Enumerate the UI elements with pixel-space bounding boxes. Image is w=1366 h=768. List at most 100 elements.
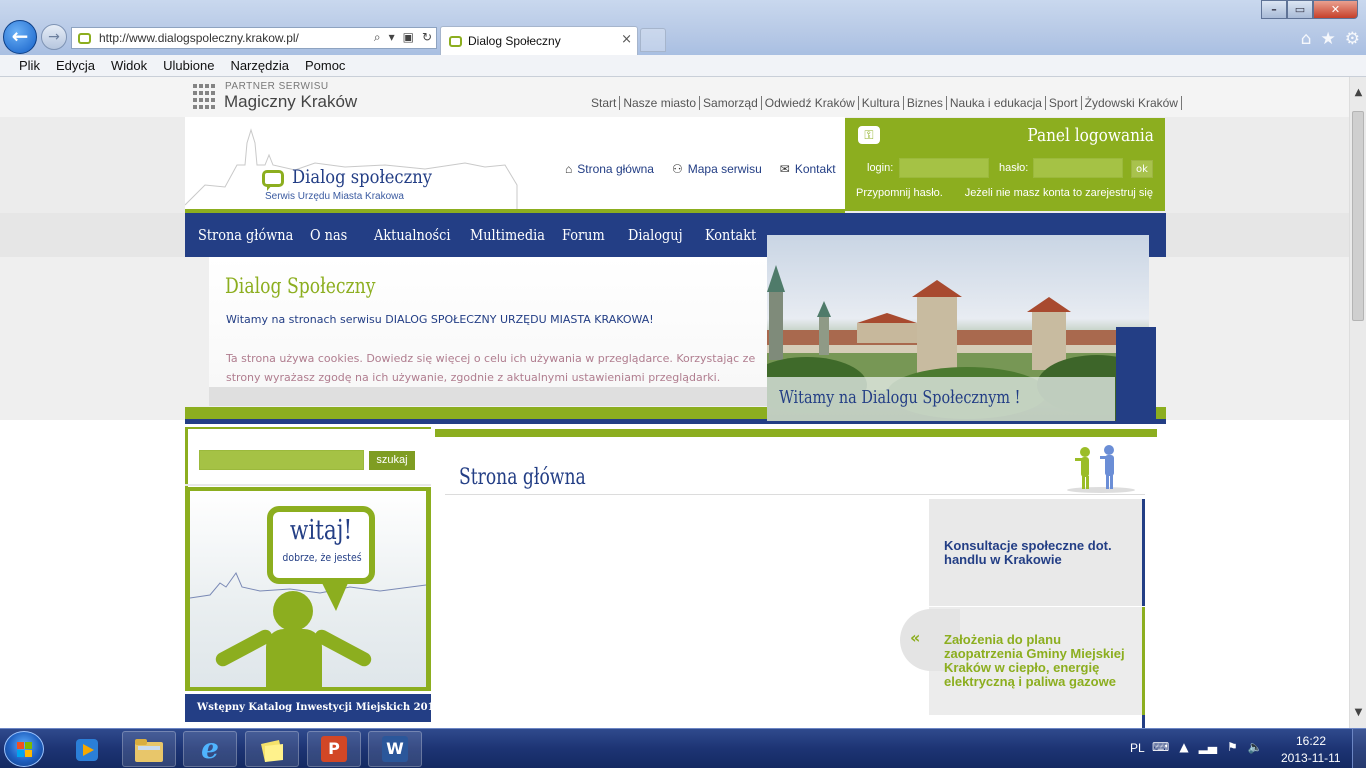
hero-greybar [209, 387, 767, 406]
login-input[interactable] [899, 158, 989, 178]
hero-welcome-text: Witamy na stronach serwisu DIALOG SPOŁEC… [226, 313, 654, 326]
people-talking-icon [1067, 445, 1135, 493]
start-button[interactable] [4, 731, 44, 767]
menu-item-narzedzia[interactable]: Narzędzia [230, 58, 289, 73]
menu-item-plik[interactable]: Plik [19, 58, 40, 73]
refresh-icon[interactable]: ↻ [422, 30, 432, 45]
volume-icon[interactable]: 🔈 [1248, 740, 1263, 754]
clock-time[interactable]: 16:22 [1296, 734, 1326, 748]
network-icon[interactable]: ▂▄ [1199, 740, 1217, 754]
folder-icon [135, 739, 163, 762]
topnav-biznes[interactable]: Biznes [904, 96, 947, 110]
banner-bubble-tail [322, 583, 348, 611]
word-icon: W [382, 736, 408, 762]
login-submit-button[interactable]: ok [1131, 160, 1153, 178]
star-icon[interactable]: ★ [1321, 29, 1336, 49]
taskbar-explorer[interactable] [122, 731, 176, 767]
dialog-logo-icon[interactable] [262, 170, 284, 187]
keyboard-icon[interactable]: ⌨ [1152, 740, 1169, 754]
search-divider [185, 427, 431, 429]
topnav-nasze-miasto[interactable]: Nasze miasto [620, 96, 701, 110]
taskbar-sticky-notes[interactable] [245, 731, 299, 767]
nav-aktualnosci[interactable]: Aktualności [374, 226, 457, 244]
site-logo-subtitle: Serwis Urzędu Miasta Krakowa [265, 191, 404, 202]
show-hidden-icons[interactable]: ▲ [1179, 740, 1188, 754]
browser-tab[interactable]: Dialog Społeczny × [440, 26, 638, 55]
taskbar-powerpoint[interactable]: P [307, 731, 361, 767]
scroll-down-icon[interactable]: ▼ [1350, 707, 1366, 718]
partner-name-link[interactable]: Magiczny Kraków [224, 92, 357, 112]
topnav-odwiedz-krakow[interactable]: Odwiedź Kraków [762, 96, 859, 110]
menu-item-pomoc[interactable]: Pomoc [305, 58, 345, 73]
clock-date[interactable]: 2013-11-11 [1281, 751, 1341, 765]
scroll-up-icon[interactable]: ▲ [1350, 87, 1366, 98]
nav-forum[interactable]: Forum [562, 226, 619, 244]
media-player-icon [76, 739, 98, 761]
password-input[interactable] [1033, 158, 1123, 178]
nav-kontakt[interactable]: Kontakt [705, 226, 765, 244]
news-item-title[interactable]: Założenia do planu zaopatrzenia Gminy Mi… [944, 633, 1134, 689]
nav-multimedia[interactable]: Multimedia [470, 226, 549, 244]
news-border [1142, 715, 1145, 728]
topnav-start[interactable]: Start [591, 96, 621, 110]
topnav-zydowski-krakow[interactable]: Żydowski Kraków [1082, 96, 1182, 110]
welcome-banner[interactable]: witaj! dobrze, że jesteś [185, 487, 431, 691]
show-desktop-button[interactable] [1352, 729, 1366, 768]
topnav-nauka[interactable]: Nauka i edukacja [947, 96, 1046, 110]
banner-subtitle: dobrze, że jesteś [282, 551, 362, 564]
close-window-button[interactable]: ✕ [1313, 0, 1358, 19]
util-link-home[interactable]: ⌂ Strona główna [565, 162, 654, 176]
scroll-thumb[interactable] [1352, 111, 1364, 321]
menu-item-edycja[interactable]: Edycja [56, 58, 95, 73]
nav-dialoguj[interactable]: Dialoguj [628, 226, 694, 244]
partner-logo-icon[interactable] [193, 84, 215, 110]
news-item-title[interactable]: Konsultacje społeczne dot. handlu w Krak… [944, 539, 1134, 567]
topnav-samorzad[interactable]: Samorząd [700, 96, 762, 110]
topnav-sport[interactable]: Sport [1046, 96, 1082, 110]
address-url[interactable]: http://www.dialogspoleczny.krakow.pl/ [99, 31, 299, 45]
password-label: hasło: [999, 162, 1029, 174]
search-bottom-line [185, 484, 431, 486]
home-icon[interactable]: ⌂ [1301, 29, 1312, 49]
register-link[interactable]: Jeżeli nie masz konta to zarejestruj się [965, 187, 1153, 199]
util-link-sitemap[interactable]: ⚇ Mapa serwisu [672, 162, 762, 176]
gear-icon[interactable]: ⚙ [1345, 29, 1360, 49]
nav-o-nas[interactable]: O nas [310, 226, 365, 244]
search-input[interactable] [199, 450, 364, 470]
left-column-line [185, 429, 188, 489]
forward-button[interactable]: → [41, 24, 67, 50]
maximize-button[interactable]: ▭ [1287, 0, 1313, 19]
language-indicator[interactable]: PL [1130, 741, 1145, 755]
compatibility-icon[interactable]: ▣ [403, 30, 414, 45]
browser-chrome: – ▭ ✕ ← → http://www.dialogspoleczny.kra… [0, 0, 1366, 55]
nav-strona-glowna[interactable]: Strona główna [198, 226, 294, 244]
new-tab-button[interactable] [640, 28, 666, 52]
dropdown-icon[interactable]: ▾ [389, 30, 395, 45]
browser-toolbar-icons: ⌂ ★ ⚙ [1301, 29, 1360, 49]
taskbar-internet-explorer[interactable]: e [183, 731, 237, 767]
action-center-icon[interactable]: ⚑ [1227, 740, 1238, 754]
site-logo-title[interactable]: Dialog społeczny [292, 166, 432, 188]
remind-password-link[interactable]: Przypomnij hasło. [856, 187, 943, 199]
utility-nav: ⌂ Strona główna ⚇ Mapa serwisu ✉ Kontakt [565, 162, 836, 176]
search-button[interactable]: szukaj [369, 451, 415, 470]
address-bar[interactable]: http://www.dialogspoleczny.krakow.pl/ ⌕ … [71, 27, 437, 49]
util-link-contact[interactable]: ✉ Kontakt [780, 162, 836, 176]
powerpoint-icon: P [321, 736, 347, 762]
tab-close-icon[interactable]: × [621, 32, 632, 47]
back-button[interactable]: ← [3, 20, 37, 54]
favicon-icon [78, 32, 91, 44]
menu-item-widok[interactable]: Widok [111, 58, 147, 73]
catalog-link[interactable]: Wstępny Katalog Inwestycji Miejskich 201… [197, 702, 453, 713]
menu-item-ulubione[interactable]: Ulubione [163, 58, 214, 73]
taskbar-media-player[interactable] [60, 731, 114, 767]
topnav-kultura[interactable]: Kultura [859, 96, 904, 110]
chevron-left-icon[interactable]: « [910, 628, 920, 647]
cookie-notice: Ta strona używa cookies. Dowiedz się wię… [226, 352, 756, 384]
minimize-button[interactable]: – [1261, 0, 1287, 19]
taskbar-word[interactable]: W [368, 731, 422, 767]
search-icon[interactable]: ⌕ [374, 30, 381, 45]
page-scrollbar[interactable]: ▲ ▼ [1349, 77, 1366, 728]
hero-caption: Witamy na Dialogu Społecznym ! [779, 387, 1021, 408]
ie-icon: e [201, 732, 219, 765]
